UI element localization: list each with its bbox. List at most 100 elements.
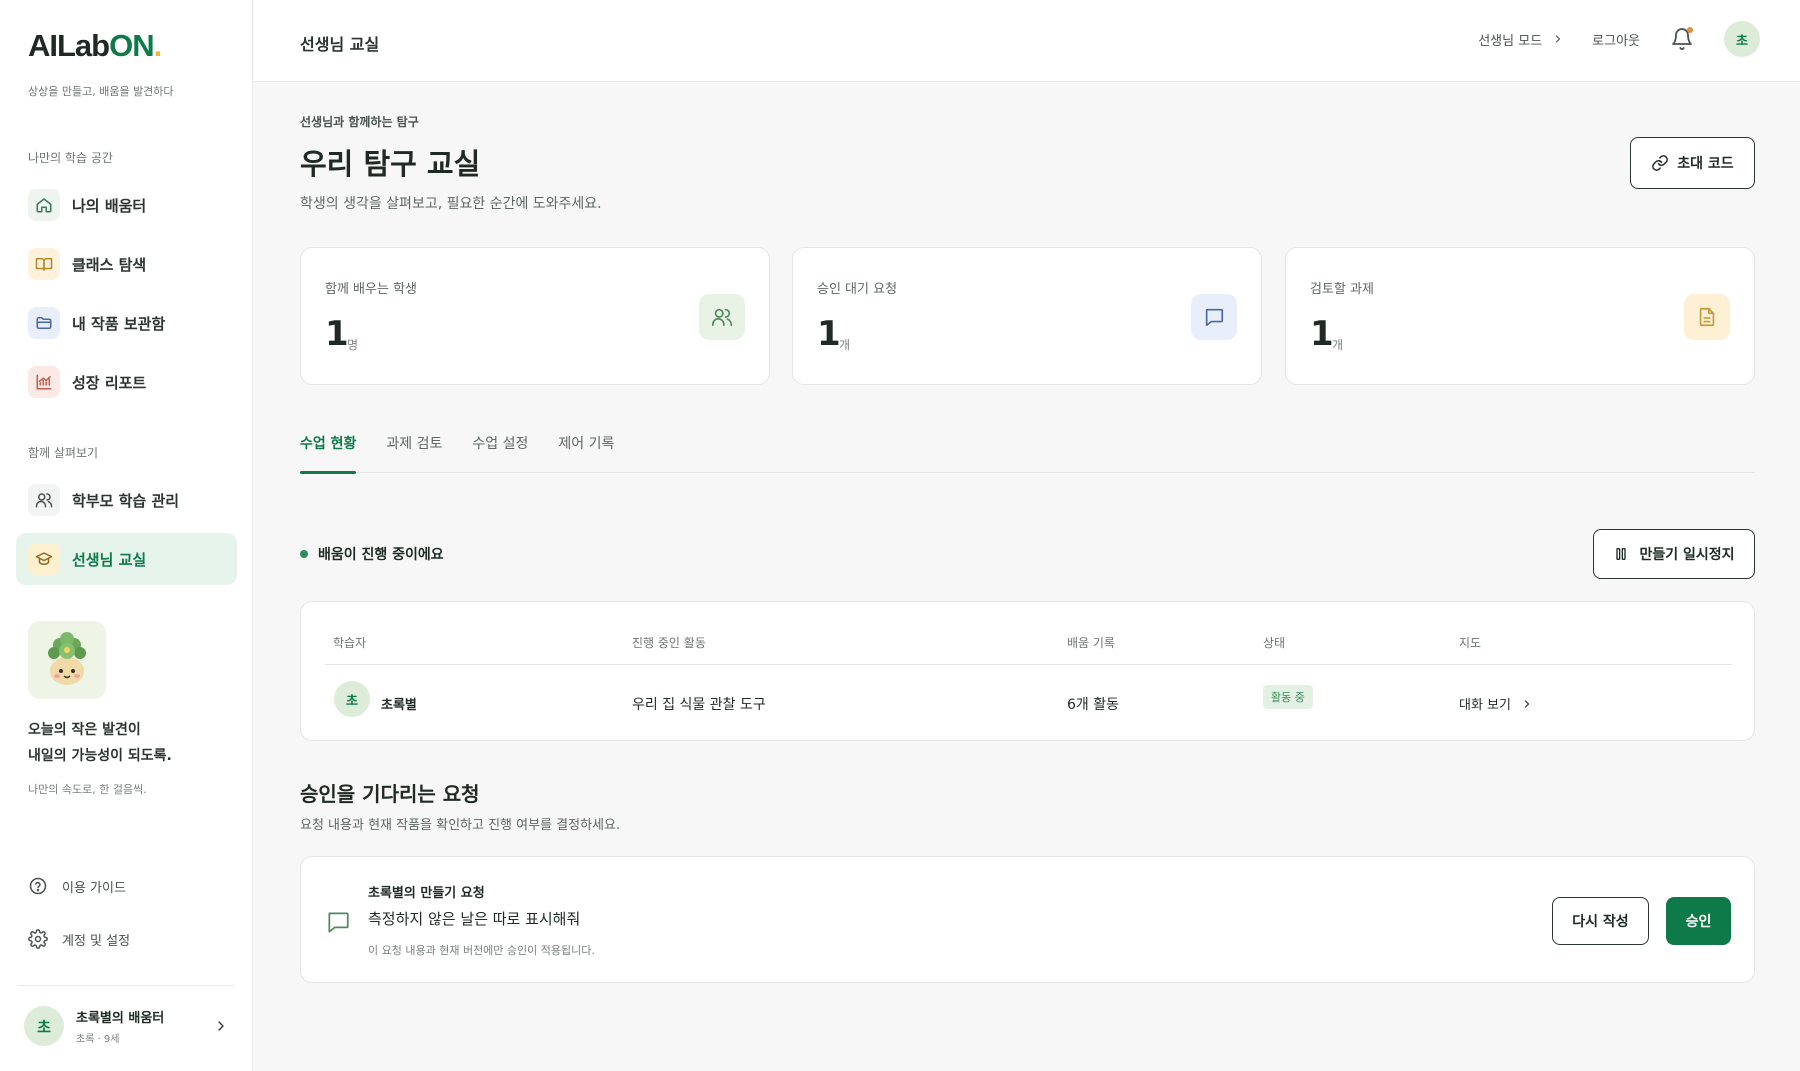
chevron-right-icon xyxy=(218,1021,224,1031)
book-icon xyxy=(28,248,60,280)
gear-icon xyxy=(28,929,48,949)
profile-name: 초록별의 배움터 xyxy=(76,1011,165,1026)
tab-class-settings[interactable]: 수업 설정 xyxy=(472,423,528,473)
tab-control-log[interactable]: 제어 기록 xyxy=(558,423,614,473)
tab-class-status[interactable]: 수업 현황 xyxy=(300,423,357,474)
users-icon xyxy=(699,294,745,340)
request-text: 측정하지 않은 날은 따로 표시해줘 xyxy=(368,910,581,928)
avatar: 초 xyxy=(24,1006,64,1046)
promo-line-1: 오늘의 작은 발견이 xyxy=(28,722,141,738)
chevron-right-icon xyxy=(1524,699,1530,708)
message-icon xyxy=(1191,294,1237,340)
page-title: 우리 탐구 교실 xyxy=(300,147,481,181)
link-icon xyxy=(1652,155,1669,171)
account-settings-link[interactable]: 계정 및 설정 xyxy=(28,929,130,949)
graduation-cap-icon xyxy=(28,543,60,575)
column-header-learner: 학습자 xyxy=(333,636,367,650)
stat-unit: 명 xyxy=(347,338,359,352)
teacher-mode-link[interactable]: 선생님 모드 xyxy=(1478,30,1564,49)
teacher-mode-label: 선생님 모드 xyxy=(1478,33,1543,49)
sidebar-item-label: 클래스 탐색 xyxy=(72,255,147,274)
activity-name: 우리 집 식물 관찰 도구 xyxy=(632,697,766,713)
usage-guide-link[interactable]: 이용 가이드 xyxy=(28,876,126,896)
sidebar-item-label: 성장 리포트 xyxy=(72,373,147,392)
sidebar-divider xyxy=(18,985,234,986)
stat-card-review-tasks: 검토할 과제 1 개 xyxy=(1285,247,1755,385)
sidebar-item-growth-report[interactable]: 성장 리포트 xyxy=(16,356,237,408)
stat-value: 1 xyxy=(817,314,841,354)
stat-value: 1 xyxy=(325,314,349,354)
users-icon xyxy=(28,484,60,516)
stat-label: 함께 배우는 학생 xyxy=(325,282,417,297)
promo-line-2: 내일의 가능성이 되도록. xyxy=(28,748,172,764)
status-badge: 활동 중 xyxy=(1263,685,1313,709)
learning-status-text: 배움이 진행 중이에요 xyxy=(318,547,444,563)
pause-making-button[interactable]: 만들기 일시정지 xyxy=(1593,529,1755,579)
sidebar-item-label: 내 작품 보관함 xyxy=(72,314,166,333)
stat-unit: 개 xyxy=(839,338,851,352)
notification-dot xyxy=(1687,27,1693,33)
help-icon xyxy=(29,877,47,895)
logo-text-on: ON xyxy=(109,28,154,63)
message-icon xyxy=(328,912,349,933)
avatar: 초 xyxy=(334,681,370,717)
tab-assignment-review[interactable]: 과제 검토 xyxy=(386,423,442,473)
learning-status: 배움이 진행 중이에요 xyxy=(300,544,444,564)
stat-value: 1 xyxy=(1310,314,1334,354)
sidebar-item-label: 학부모 학습 관리 xyxy=(72,491,180,510)
notification-button[interactable] xyxy=(1670,27,1694,51)
home-icon xyxy=(28,189,60,221)
status-dot xyxy=(300,550,308,558)
column-header-status: 상태 xyxy=(1263,636,1286,650)
sidebar-item-teacher-classroom[interactable]: 선생님 교실 xyxy=(16,533,237,585)
main-content: 선생님과 함께하는 탐구 우리 탐구 교실 학생의 생각을 살펴보고, 필요한 … xyxy=(254,83,1800,1071)
usage-guide-label: 이용 가이드 xyxy=(62,880,126,896)
sidebar-item-class-explore[interactable]: 클래스 탐색 xyxy=(16,238,237,290)
stat-card-pending-requests: 승인 대기 요청 1 개 xyxy=(792,247,1262,385)
profile-switcher[interactable]: 초 초록별의 배움터 초록 · 9세 xyxy=(24,1005,229,1047)
pause-icon xyxy=(1616,548,1627,560)
stat-label: 검토할 과제 xyxy=(1310,282,1374,297)
promo-subtitle: 나만의 속도로, 한 걸음씩. xyxy=(28,783,147,796)
sidebar: AILabON. 상상을 만들고, 배움을 발견하다 나만의 학습 공간 나의 … xyxy=(0,0,253,1071)
avatar[interactable]: 초 xyxy=(1724,21,1760,57)
record-count: 6개 활동 xyxy=(1067,697,1119,713)
profile-meta: 초록 · 9세 xyxy=(76,1034,120,1045)
logo-dot: . xyxy=(153,28,163,63)
section-label-together: 함께 살펴보기 xyxy=(28,446,99,460)
column-header-activity: 진행 중인 활동 xyxy=(632,636,706,650)
pause-making-label: 만들기 일시정지 xyxy=(1639,547,1735,563)
student-table: 학습자 진행 중인 활동 배움 기록 상태 지도 초 초록별 우리 집 식물 관… xyxy=(300,601,1755,741)
account-settings-label: 계정 및 설정 xyxy=(62,933,131,949)
tab-bar: 수업 현황 과제 검토 수업 설정 제어 기록 xyxy=(300,423,1755,474)
rewrite-button[interactable]: 다시 작성 xyxy=(1552,897,1649,945)
mascot-image xyxy=(28,621,106,699)
invite-code-button[interactable]: 초대 코드 xyxy=(1630,137,1755,189)
request-from: 초록별의 만들기 요청 xyxy=(368,886,485,901)
top-bar: 선생님 교실 선생님 모드 로그아웃 초 xyxy=(254,0,1800,82)
stat-card-students: 함께 배우는 학생 1 명 xyxy=(300,247,770,385)
request-note: 이 요청 내용과 현재 버전에만 승인이 적용됩니다. xyxy=(368,944,595,957)
page-header-title: 선생님 교실 xyxy=(300,35,380,54)
sidebar-item-label: 나의 배움터 xyxy=(72,196,147,215)
invite-code-label: 초대 코드 xyxy=(1677,156,1734,172)
sidebar-item-my-learning[interactable]: 나의 배움터 xyxy=(16,179,237,231)
approve-button[interactable]: 승인 xyxy=(1666,897,1731,945)
app-logo[interactable]: AILabON. xyxy=(28,28,163,64)
view-conversation-link[interactable]: 대화 보기 xyxy=(1459,694,1533,713)
page-description: 학생의 생각을 살펴보고, 필요한 순간에 도와주세요. xyxy=(300,196,602,212)
sidebar-item-my-works[interactable]: 내 작품 보관함 xyxy=(16,297,237,349)
sidebar-item-parent-management[interactable]: 학부모 학습 관리 xyxy=(16,474,237,526)
folder-icon xyxy=(28,307,60,339)
stat-label: 승인 대기 요청 xyxy=(817,282,898,297)
view-conversation-label: 대화 보기 xyxy=(1459,698,1511,713)
column-header-record: 배움 기록 xyxy=(1067,636,1115,650)
document-icon xyxy=(1684,294,1730,340)
stat-unit: 개 xyxy=(1332,338,1344,352)
chart-icon xyxy=(28,366,60,398)
sidebar-item-label: 선생님 교실 xyxy=(72,550,147,569)
logout-button[interactable]: 로그아웃 xyxy=(1592,30,1640,49)
pending-requests-title: 승인을 기다리는 요청 xyxy=(300,782,480,806)
table-divider xyxy=(325,664,1732,665)
app-tagline: 상상을 만들고, 배움을 발견하다 xyxy=(28,85,174,98)
